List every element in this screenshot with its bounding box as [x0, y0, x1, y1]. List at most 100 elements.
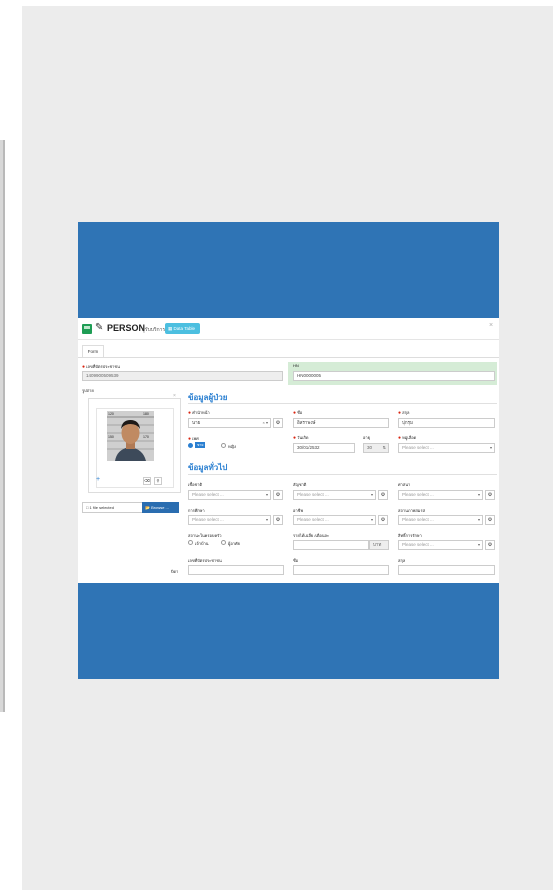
father-citizen-input[interactable] — [188, 565, 284, 575]
education-settings-icon[interactable]: ⚙ — [273, 515, 283, 525]
nationality-placeholder: Please select ... — [297, 492, 329, 497]
race-settings-icon[interactable]: ⚙ — [273, 490, 283, 500]
religion-placeholder: Please select ... — [402, 492, 434, 497]
family-resident-radio[interactable] — [221, 540, 226, 545]
hn-label: HN — [293, 363, 299, 368]
data-table-label: Data Table — [173, 326, 195, 331]
photo-label: รูปถ่าย — [82, 388, 94, 393]
lastname-label-text: สกุล — [402, 410, 410, 415]
age-stepper-icon: ⇅ — [382, 445, 386, 450]
nationality-dropdown-icon: ▾ — [370, 492, 373, 497]
ruler-label-1: 120 — [108, 412, 114, 416]
prefix-settings-icon[interactable]: ⚙ — [273, 418, 283, 428]
close-icon[interactable]: × — [489, 322, 493, 329]
religion-settings-icon[interactable]: ⚙ — [485, 490, 495, 500]
zoom-icon[interactable]: ⚲ — [154, 477, 162, 485]
patient-photo: 120 180 150 170 — [107, 411, 154, 461]
family-resident-label: ผู้อาศัย — [228, 541, 240, 546]
firstname-input[interactable]: อิสราพงษ์ — [293, 418, 389, 428]
occupation-label: อาชีพ — [293, 508, 303, 513]
race-dropdown-icon: ▾ — [265, 492, 268, 497]
tab-form[interactable]: Form — [82, 345, 104, 357]
sex-female-radio[interactable] — [221, 443, 226, 448]
patient-section-divider — [188, 403, 497, 404]
data-table-button[interactable]: ▦ Data Table — [165, 323, 200, 334]
religion-label: ศาสนา — [398, 482, 411, 487]
marital-placeholder: Please select ... — [402, 517, 434, 522]
dob-input[interactable]: 30/01/2532 — [293, 443, 355, 453]
prefix-dropdown-icon: × ▾ — [262, 420, 268, 425]
age-field[interactable]: 30 ⇅ — [363, 443, 389, 453]
sex-label-text: เพศ — [192, 436, 199, 441]
ruler-label-3: 150 — [108, 435, 114, 439]
blood-select[interactable]: Please select ... ▾ — [398, 443, 495, 453]
citizen-id-field[interactable]: 1409900509539 — [82, 371, 283, 381]
prefix-select[interactable]: นาย × ▾ — [188, 418, 271, 428]
marital-select[interactable]: Please select ... ▾ — [398, 515, 483, 525]
general-section-divider — [188, 474, 497, 475]
religion-dropdown-icon: ▾ — [477, 492, 480, 497]
embedded-screenshot: ✎ PERSON ผู้รับบริการ ▦ Data Table × For… — [78, 318, 499, 583]
father-name-input[interactable] — [293, 565, 389, 575]
marital-label: สถานภาพสมรส — [398, 508, 426, 513]
rights-select[interactable]: Please select ... ▾ — [398, 540, 483, 550]
education-label: การศึกษา — [188, 508, 205, 513]
rights-placeholder: Please select ... — [402, 542, 434, 547]
occupation-select[interactable]: Please select ... ▾ — [293, 515, 376, 525]
father-lastname-input[interactable] — [398, 565, 495, 575]
race-label: เชื้อชาติ — [188, 482, 203, 487]
app-subtitle: ผู้รับบริการ — [142, 327, 166, 333]
prefix-label-text: คำนำหน้า — [192, 410, 210, 415]
occupation-dropdown-icon: ▾ — [370, 517, 373, 522]
firstname-label-text: ชื่อ — [297, 410, 303, 415]
father-citizen-label: เลขที่บัตรประชาชน — [188, 558, 222, 563]
browse-button[interactable]: 📂 Browse ... — [142, 502, 179, 513]
title-bar: ✎ PERSON ผู้รับบริการ ▦ Data Table × — [78, 318, 499, 340]
race-select[interactable]: Please select ... ▾ — [188, 490, 271, 500]
tab-divider — [78, 357, 499, 358]
income-unit: บาท — [369, 540, 389, 550]
family-head-label: เจ้าบ้าน — [195, 541, 209, 546]
general-section-title: ข้อมูลทั่วไป — [188, 463, 228, 472]
family-head-radio[interactable] — [188, 540, 193, 545]
sex-female-label: หญิง — [228, 444, 236, 449]
nationality-select[interactable]: Please select ... ▾ — [293, 490, 376, 500]
app-title: PERSON — [107, 323, 146, 333]
occupation-placeholder: Please select ... — [297, 517, 329, 522]
browse-label: Browse ... — [151, 505, 169, 510]
education-select[interactable]: Please select ... ▾ — [188, 515, 271, 525]
occupation-settings-icon[interactable]: ⚙ — [378, 515, 388, 525]
marital-dropdown-icon: ▾ — [477, 517, 480, 522]
hn-field[interactable]: HN0000005 — [293, 371, 495, 381]
photo-remove-icon[interactable]: × — [173, 393, 176, 399]
add-photo-icon[interactable]: + — [96, 476, 100, 483]
firstname-label: ● ชื่อ — [293, 410, 303, 416]
family-status-label: สถานะในครอบครัว — [188, 533, 222, 538]
dob-label: ● วันเกิด — [293, 435, 309, 441]
rights-settings-icon[interactable]: ⚙ — [485, 540, 495, 550]
citizen-id-label-text: เลขที่บัตรประชาชน — [86, 364, 120, 369]
trash-icon[interactable]: ⌫ — [143, 477, 151, 485]
religion-select[interactable]: Please select ... ▾ — [398, 490, 483, 500]
blood-label-text: หมู่เลือด — [402, 435, 417, 440]
file-status-text: 1 file selected — [89, 505, 114, 510]
ruler-label-4: 170 — [143, 435, 149, 439]
sex-male-option[interactable]: ชาย — [195, 442, 206, 448]
citizen-id-label: ● เลขที่บัตรประชาชน — [82, 364, 120, 370]
lastname-input[interactable]: ปุกรุม — [398, 418, 495, 428]
sex-male-radio[interactable] — [188, 443, 193, 448]
nationality-settings-icon[interactable]: ⚙ — [378, 490, 388, 500]
father-row-label: บิดา — [171, 569, 179, 574]
rights-label: สิทธิ์การรักษา — [398, 533, 422, 538]
education-dropdown-icon: ▾ — [265, 517, 268, 522]
file-status: □ 1 file selected — [82, 502, 143, 513]
app-logo-icon — [82, 324, 92, 334]
rights-dropdown-icon: ▾ — [477, 542, 480, 547]
edit-icon: ✎ — [95, 322, 104, 333]
age-label: อายุ — [363, 435, 370, 440]
age-value: 30 — [367, 445, 373, 450]
marital-settings-icon[interactable]: ⚙ — [485, 515, 495, 525]
lastname-label: ● สกุล — [398, 410, 410, 416]
income-input[interactable] — [293, 540, 369, 550]
blood-dropdown-icon: ▾ — [489, 445, 492, 450]
